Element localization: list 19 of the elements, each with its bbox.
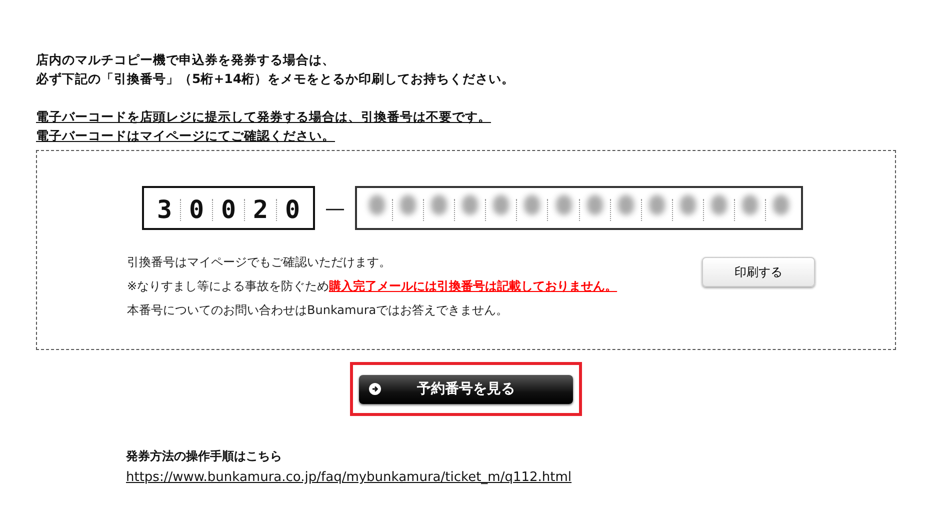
info-text: 引換番号はマイページでもご確認いただけます。 xyxy=(127,254,392,271)
info-text: 本番号についてのお問い合わせはBunkamuraではお答えできません。 xyxy=(127,302,510,319)
notice-text: 店内のマルチコピー機で申込券を発券する場合は、 xyxy=(36,51,336,69)
notice-text: 電子バーコードを店頭レジに提示して発券する場合は、引換番号は不要です。 xyxy=(36,108,491,126)
code-digit: 0 xyxy=(181,199,213,221)
info-text: ※なりすまし等による事故を防ぐため購入完了メールには引換番号は記載しておりません。 xyxy=(127,278,618,295)
guide-link[interactable]: https://www.bunkamura.co.jp/faq/mybunkamura/ticket_m/q112.html xyxy=(126,470,572,485)
notice-text: 必ず下記の「引換番号」（5桁+14桁）をメモをとるか印刷してお持ちください。 xyxy=(36,70,516,88)
separator-text: — xyxy=(324,196,346,220)
code-digit: 2 xyxy=(245,199,277,221)
code-digit: 3 xyxy=(149,199,181,221)
warning-text: 購入完了メールには引換番号は記載しておりません。 xyxy=(329,279,618,293)
view-number-button[interactable]: 予約番号を見る xyxy=(359,374,573,404)
guide-heading: 発券方法の操作手順はこちら xyxy=(126,448,283,465)
code-digit: 0 xyxy=(284,199,302,221)
print-button[interactable]: 印刷する xyxy=(702,257,815,287)
code-digit: 0 xyxy=(213,199,245,221)
arrow-circle-icon xyxy=(369,383,381,395)
notice-text: 電子バーコードはマイページにてご確認ください。 xyxy=(36,127,335,145)
